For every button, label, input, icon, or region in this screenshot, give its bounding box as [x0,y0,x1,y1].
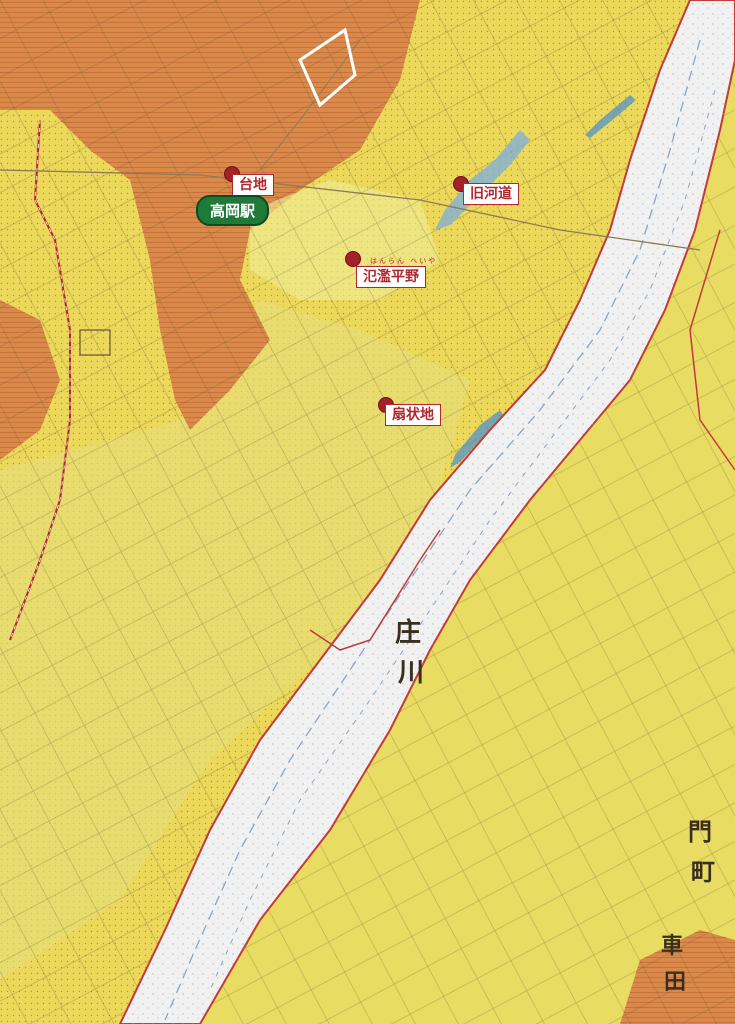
place-name-2: 町 [691,857,715,886]
river-name-2: 川 [398,658,425,688]
place-name-4: 田 [664,969,687,995]
floodplain-label: 氾濫平野 [356,266,426,288]
terrace-label: 台地 [232,174,274,196]
fan-label: 扇状地 [385,404,441,426]
place-name-1: 門 [688,817,712,846]
old-channel-label: 旧河道 [463,183,519,205]
map-view: 庄 川 門 町 車 田 台地 高岡駅 旧河道 はんらん へいや 氾濫平野 扇状地 [0,0,735,1024]
floodplain-ruby: はんらん へいや [370,257,438,265]
map-base [0,0,735,1024]
station-label: 高岡駅 [196,195,270,226]
river-name-1: 庄 [395,618,422,648]
floodplain-marker [345,251,361,267]
place-name-3: 車 [661,933,684,959]
